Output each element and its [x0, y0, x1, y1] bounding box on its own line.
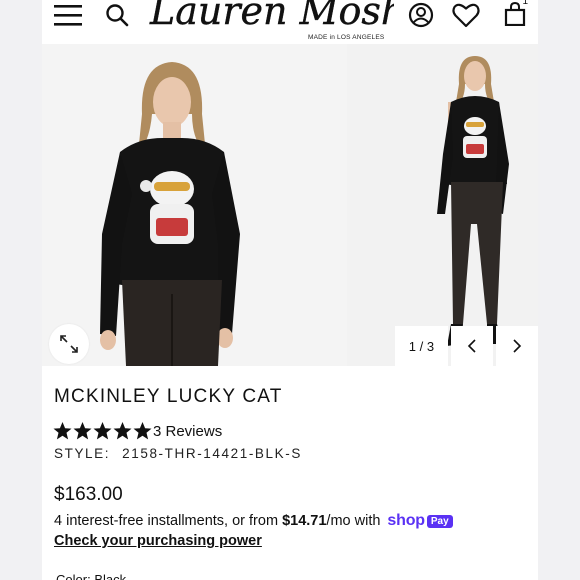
color-label: Color: [56, 572, 91, 580]
search-button[interactable] [102, 0, 132, 30]
model-image-full [347, 44, 538, 366]
search-icon [106, 4, 129, 27]
next-image-button[interactable] [495, 326, 538, 366]
purchasing-power-link[interactable]: Check your purchasing power [54, 533, 262, 549]
page: Lauren Moshi MADE in LOS ANGELES 1 1 / 3… [0, 0, 580, 580]
rating-stars [52, 421, 152, 441]
svg-text:Lauren Moshi: Lauren Moshi [149, 0, 394, 33]
zoom-button[interactable] [49, 324, 89, 364]
star-icon [73, 422, 92, 440]
color-value: Black [94, 572, 127, 580]
expand-icon [60, 335, 78, 353]
account-button[interactable] [406, 0, 436, 30]
color-selector-label: Color: Black [56, 572, 126, 580]
product-photo-secondary[interactable] [347, 44, 538, 366]
logo-script: Lauren Moshi [149, 0, 418, 33]
style-number: STYLE: 2158-THR-14421-BLK-S [54, 446, 302, 461]
shop-word: shop [387, 512, 425, 529]
star-icon [93, 422, 112, 440]
star-icon [53, 422, 72, 440]
logo-tagline: MADE in LOS ANGELES [308, 34, 385, 41]
brand-logo[interactable]: Lauren Moshi [146, 0, 418, 38]
left-margin [0, 0, 42, 580]
site-header: Lauren Moshi MADE in LOS ANGELES 1 [42, 0, 538, 44]
pay-badge: Pay [426, 514, 453, 528]
menu-icon [54, 5, 82, 26]
account-icon [408, 2, 434, 28]
product-title: MCKINLEY LUCKY CAT [54, 386, 283, 407]
reviews-link[interactable]: 3 Reviews [153, 423, 222, 440]
chevron-left-icon [467, 339, 476, 353]
installments-suffix: /mo with [326, 513, 381, 529]
star-icon [133, 422, 152, 440]
model-image-front [42, 44, 347, 366]
product-gallery: 1 / 3 [42, 44, 538, 366]
menu-button[interactable] [50, 0, 86, 30]
product-photo-main[interactable] [42, 44, 347, 366]
chevron-right-icon [513, 339, 522, 353]
product-page: Lauren Moshi MADE in LOS ANGELES 1 1 / 3… [42, 0, 538, 580]
style-label: STYLE: [54, 446, 111, 461]
product-rating[interactable]: 3 Reviews [52, 421, 222, 441]
installments-info: 4 interest-free installments, or from $1… [54, 512, 453, 530]
right-margin [538, 0, 580, 580]
image-counter: 1 / 3 [395, 326, 448, 366]
wishlist-button[interactable] [450, 0, 482, 30]
installments-amount: $14.71 [282, 513, 327, 529]
cart-button[interactable]: 1 [500, 0, 530, 30]
previous-image-button[interactable] [450, 326, 493, 366]
product-price: $163.00 [54, 484, 123, 505]
star-icon [113, 422, 132, 440]
cart-count: 1 [522, 0, 528, 7]
installments-prefix: 4 interest-free installments, or from [54, 513, 283, 529]
style-code: 2158-THR-14421-BLK-S [122, 446, 302, 461]
shop-pay-logo[interactable]: shop Pay [387, 512, 453, 530]
heart-icon [452, 3, 480, 28]
gallery-pager: 1 / 3 [395, 326, 538, 366]
